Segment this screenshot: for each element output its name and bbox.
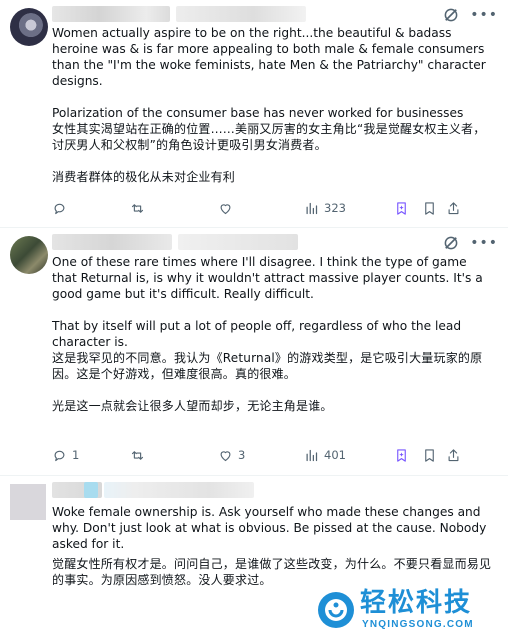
- grok-icon[interactable]: [442, 6, 460, 24]
- watermark-logo-icon: [318, 592, 354, 628]
- views-button[interactable]: 401: [304, 448, 394, 463]
- like-button[interactable]: 3: [218, 448, 304, 463]
- heart-icon: [220, 203, 231, 214]
- repost-button[interactable]: [130, 448, 218, 463]
- grok-icon[interactable]: [442, 234, 460, 252]
- grok-analyze-button[interactable]: [394, 448, 422, 463]
- more-options-icon[interactable]: •••: [470, 234, 498, 252]
- post-paragraph: Polarization of the consumer base has ne…: [52, 106, 464, 120]
- share-icon: [448, 201, 459, 214]
- blurred-handle: [176, 6, 306, 22]
- bookmark-button[interactable]: [422, 448, 446, 463]
- blurred-badge: [84, 482, 98, 498]
- more-options-icon[interactable]: •••: [470, 6, 498, 24]
- repost-icon: [131, 450, 144, 460]
- views-icon: [306, 449, 318, 461]
- reply-icon: [54, 450, 65, 461]
- avatar[interactable]: [10, 8, 48, 46]
- reply-button[interactable]: 1: [52, 448, 130, 463]
- share-button[interactable]: [446, 201, 461, 216]
- bookmark-button[interactable]: [422, 201, 446, 216]
- post-paragraph-translation: 女性其实渴望站在正确的位置……美丽又厉害的女主角比“我是觉醒女权主义者，讨厌男人…: [52, 122, 486, 152]
- blurred-handle: [178, 234, 298, 250]
- bookmark-icon: [425, 448, 434, 462]
- bookmark-sparkle-icon: [397, 448, 406, 462]
- share-button[interactable]: [446, 448, 461, 463]
- repost-button[interactable]: [130, 201, 218, 216]
- blurred-handle: [104, 482, 254, 498]
- post-paragraph: Woke female ownership is. Ask yourself w…: [52, 505, 487, 551]
- heart-icon: [220, 450, 231, 461]
- reply-button[interactable]: [52, 201, 130, 216]
- post[interactable]: ••• Women actually aspire to be on the r…: [0, 0, 508, 228]
- post[interactable]: Woke female ownership is. Ask yourself w…: [0, 476, 508, 636]
- avatar[interactable]: [10, 484, 46, 520]
- avatar[interactable]: [10, 236, 48, 274]
- post-text: One of these rare times where I'll disag…: [52, 254, 494, 414]
- bookmark-sparkle-icon: [397, 201, 406, 215]
- repost-icon: [131, 203, 144, 213]
- watermark-name: 轻松科技: [360, 588, 473, 618]
- reply-icon: [54, 203, 65, 214]
- post-paragraph: One of these rare times where I'll disag…: [52, 255, 483, 301]
- views-icon: [306, 202, 318, 214]
- watermark-domain: YNQINGSONG.COM: [362, 619, 474, 630]
- like-button[interactable]: [218, 201, 304, 216]
- post-text: Woke female ownership is. Ask yourself w…: [52, 504, 494, 588]
- blurred-username[interactable]: [52, 234, 172, 250]
- post-text: Women actually aspire to be on the right…: [52, 25, 494, 185]
- post-paragraph-translation: 这是我罕见的不同意。我认为《Returnal》的游戏类型，是它吸引大量玩家的原因…: [52, 351, 483, 381]
- post-paragraph-translation: 觉醒女性所有权才是。问问自己，是谁做了这些改变，为什么。不要只看显而易见的事实。…: [52, 557, 492, 587]
- view-count: 401: [324, 448, 346, 462]
- post-paragraph: Women actually aspire to be on the right…: [52, 26, 486, 88]
- post-paragraph-translation: 光是这一点就会让很多人望而却步，无论主角是谁。: [52, 399, 333, 413]
- reply-count: 1: [72, 448, 80, 462]
- bookmark-icon: [425, 201, 434, 215]
- post-paragraph-translation: 消费者群体的极化从未对企业有利: [52, 170, 236, 184]
- post-paragraph: That by itself will put a lot of people …: [52, 319, 462, 349]
- post[interactable]: ••• One of these rare times where I'll d…: [0, 228, 508, 476]
- blurred-username[interactable]: [52, 6, 170, 22]
- like-count: 3: [238, 448, 246, 462]
- share-icon: [448, 448, 459, 461]
- grok-analyze-button[interactable]: [394, 201, 422, 216]
- watermark: 轻松科技 YNQINGSONG.COM: [316, 588, 506, 634]
- views-button[interactable]: 323: [304, 201, 394, 216]
